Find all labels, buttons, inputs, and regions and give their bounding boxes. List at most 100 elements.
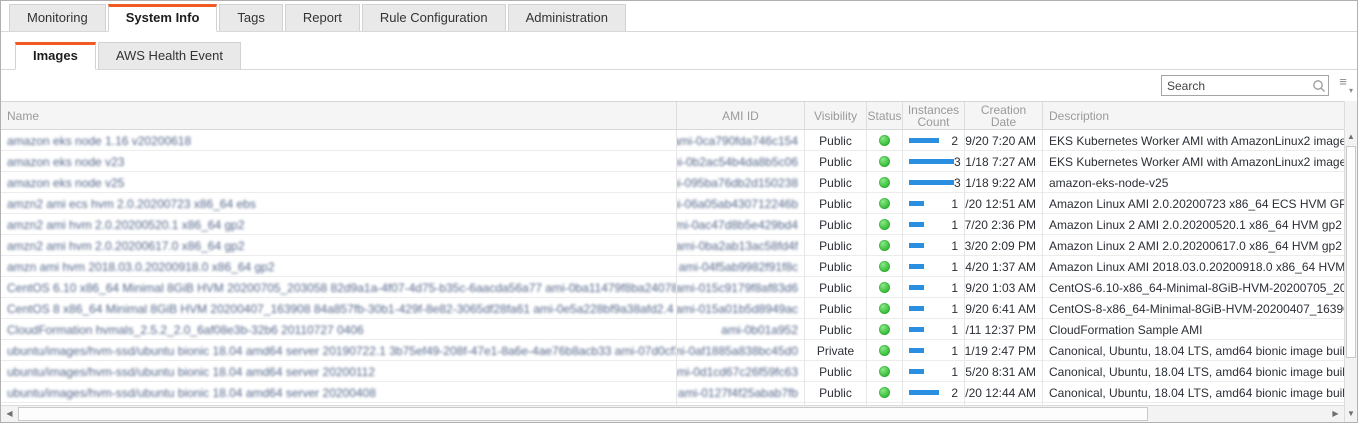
cell-description: Amazon Linux AMI 2018.03.0.20200918.0 x8… [1043, 256, 1344, 277]
scroll-down-icon[interactable]: ▼ [1345, 406, 1357, 421]
vertical-scrollbar[interactable]: ▲ ▼ [1344, 101, 1357, 422]
ami-id-text: ami-0ca790fda746c154 [677, 134, 798, 148]
name-text: amzn2 ami ecs hvm 2.0.20200723 x86_64 eb… [7, 197, 256, 211]
instances-bar [909, 222, 924, 227]
status-green-icon [879, 324, 890, 335]
instances-bar [909, 306, 924, 311]
instances-count-value: 1 [951, 239, 958, 253]
table-row[interactable]: amzn2 ami hvm 2.0.20200617.0 x86_64 gp2a… [1, 235, 1344, 256]
table-row[interactable]: ubuntu/images/hvm-ssd/ubuntu bionic 18.0… [1, 361, 1344, 382]
status-green-icon [879, 345, 890, 356]
instances-count-value: 3 [954, 155, 961, 169]
instances-bar [909, 264, 924, 269]
cell-status [867, 193, 903, 214]
cell-status [867, 256, 903, 277]
cell-description: Amazon Linux 2 AMI 2.0.20200520.1 x86_64… [1043, 214, 1344, 235]
tab-system-info[interactable]: System Info [108, 4, 218, 32]
cell-ami-id: ami-06a05ab430712246b [677, 193, 805, 214]
table-row[interactable]: amazon eks node v23ami-0b2ac54b4da8b5c06… [1, 151, 1344, 172]
cell-name: amzn ami hvm 2018.03.0.20200918.0 x86_64… [1, 256, 677, 277]
column-header-ami[interactable]: AMI ID [677, 102, 805, 129]
instances-count-value: 1 [951, 344, 958, 358]
subtab-aws-health-event[interactable]: AWS Health Event [98, 42, 241, 69]
cell-status [867, 298, 903, 319]
cell-description: EKS Kubernetes Worker AMI with AmazonLin… [1043, 130, 1344, 151]
cell-creation-date: 4/29/20 6:41 AM [965, 298, 1043, 319]
search-icon[interactable] [1310, 77, 1328, 95]
horizontal-scrollbar[interactable]: ◀ ▶ [1, 405, 1344, 422]
instances-bar [909, 159, 954, 164]
table-row[interactable]: amazon eks node 1.16 v20200618ami-0ca790… [1, 130, 1344, 151]
name-text: amzn2 ami hvm 2.0.20200617.0 x86_64 gp2 [7, 239, 245, 253]
search-input[interactable] [1162, 79, 1310, 93]
status-green-icon [879, 240, 890, 251]
cell-visibility: Public [805, 319, 867, 340]
instances-bar [909, 369, 924, 374]
tab-rule-configuration[interactable]: Rule Configuration [362, 4, 506, 31]
scroll-right-icon[interactable]: ▶ [1328, 406, 1343, 422]
tab-report[interactable]: Report [285, 4, 360, 31]
table-row[interactable]: amazon eks node v25ami-095ba76db2d150238… [1, 172, 1344, 193]
cell-creation-date: 7/9/20 1:03 AM [965, 277, 1043, 298]
instances-count-value: 1 [951, 260, 958, 274]
column-header-description[interactable]: Description [1043, 102, 1344, 129]
status-green-icon [879, 135, 890, 146]
cell-name: amazon eks node v23 [1, 151, 677, 172]
column-header-created[interactable]: Creation Date [965, 102, 1043, 129]
cell-name: amzn2 ami hvm 2.0.20200520.1 x86_64 gp2 [1, 214, 677, 235]
table-row[interactable]: ubuntu/images/hvm-ssd/ubuntu bionic 18.0… [1, 340, 1344, 361]
table-row[interactable]: CloudFormation hvmals_2.5.2_2.0_6af08e3b… [1, 319, 1344, 340]
cell-creation-date: 4/10/20 12:44 AM [965, 382, 1043, 403]
tab-tags[interactable]: Tags [219, 4, 282, 31]
instances-bar [909, 348, 924, 353]
cell-creation-date: 6/19/20 7:20 AM [965, 130, 1043, 151]
table-row[interactable]: amzn ami hvm 2018.03.0.20200918.0 x86_64… [1, 256, 1344, 277]
cell-instances-count: 2 [903, 130, 965, 151]
cell-creation-date: 8/21/18 7:27 AM [965, 151, 1043, 172]
column-header-status[interactable]: Status [867, 102, 903, 129]
grid-rows: amazon eks node 1.16 v20200618ami-0ca790… [1, 130, 1344, 403]
cell-visibility: Private [805, 340, 867, 361]
cell-visibility: Public [805, 256, 867, 277]
status-green-icon [879, 156, 890, 167]
tab-monitoring[interactable]: Monitoring [9, 4, 106, 31]
cell-status [867, 319, 903, 340]
cell-status [867, 277, 903, 298]
table-row[interactable]: amzn2 ami hvm 2.0.20200520.1 x86_64 gp2a… [1, 214, 1344, 235]
horizontal-scroll-thumb[interactable] [18, 407, 1148, 421]
cell-description: Canonical, Ubuntu, 18.04 LTS, amd64 bion… [1043, 382, 1344, 403]
tab-administration[interactable]: Administration [508, 4, 626, 31]
sub-tab-bar: ImagesAWS Health Event [1, 32, 1357, 70]
name-text: CentOS 8 x86_64 Minimal 8GiB HVM 2020040… [7, 302, 674, 316]
name-text: amazon eks node v25 [7, 176, 124, 190]
cell-status [867, 340, 903, 361]
column-header-name[interactable]: Name [1, 102, 677, 129]
cell-visibility: Public [805, 298, 867, 319]
instances-count-value: 1 [951, 218, 958, 232]
cell-name: amazon eks node 1.16 v20200618 [1, 130, 677, 151]
cell-status [867, 235, 903, 256]
cell-status [867, 361, 903, 382]
cell-status [867, 130, 903, 151]
cell-name: amazon eks node v25 [1, 172, 677, 193]
ami-id-text: ami-0ac47d8b5e429bd4 [677, 218, 798, 232]
instances-count-value: 1 [951, 302, 958, 316]
scroll-left-icon[interactable]: ◀ [2, 406, 17, 422]
cell-description: Amazon Linux AMI 2.0.20200723 x86_64 ECS… [1043, 193, 1344, 214]
vertical-scroll-thumb[interactable] [1346, 146, 1356, 358]
table-row[interactable]: ubuntu/images/hvm-ssd/ubuntu bionic 18.0… [1, 382, 1344, 403]
ami-id-text: ami-015c9179f8af83d6 [677, 281, 798, 295]
table-row[interactable]: CentOS 6.10 x86_64 Minimal 8GiB HVM 2020… [1, 277, 1344, 298]
cell-instances-count: 3 [903, 172, 965, 193]
column-chooser-icon[interactable]: ≡ ▾ [1334, 77, 1352, 95]
instances-bar [909, 180, 954, 185]
cell-instances-count: 2 [903, 382, 965, 403]
column-header-instances[interactable]: Instances Count [903, 102, 965, 129]
cell-name: amzn2 ami hvm 2.0.20200617.0 x86_64 gp2 [1, 235, 677, 256]
subtab-images[interactable]: Images [15, 42, 96, 70]
cell-name: ubuntu/images/hvm-ssd/ubuntu bionic 18.0… [1, 361, 677, 382]
table-row[interactable]: amzn2 ami ecs hvm 2.0.20200723 x86_64 eb… [1, 193, 1344, 214]
table-row[interactable]: CentOS 8 x86_64 Minimal 8GiB HVM 2020040… [1, 298, 1344, 319]
column-header-visibility[interactable]: Visibility [805, 102, 867, 129]
scroll-up-icon[interactable]: ▲ [1345, 129, 1357, 144]
